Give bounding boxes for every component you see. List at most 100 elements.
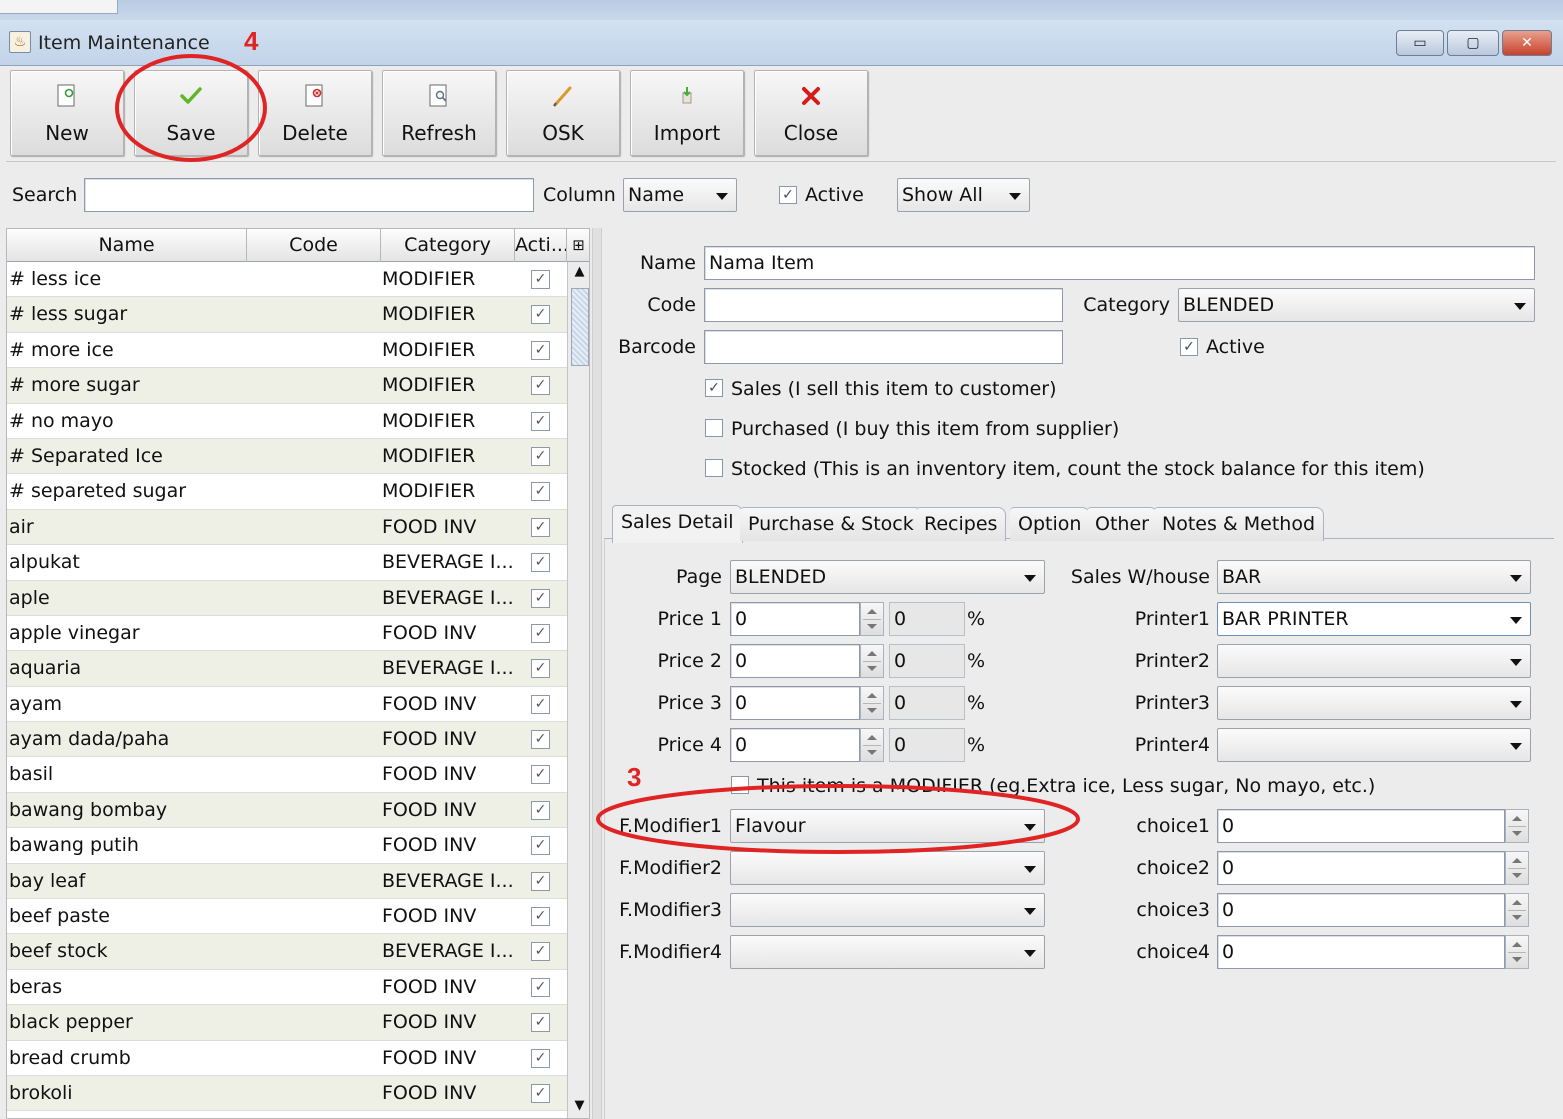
category-select[interactable]: BLENDED: [1178, 288, 1535, 322]
choice-spinner[interactable]: [1505, 851, 1529, 885]
save-button[interactable]: Save: [134, 70, 248, 156]
new-button[interactable]: New: [10, 70, 124, 156]
cell-active-checkbox[interactable]: ✓: [531, 270, 550, 289]
cell-active-checkbox[interactable]: ✓: [531, 977, 550, 997]
modifier-select[interactable]: [730, 935, 1045, 969]
table-row[interactable]: bread crumb FOOD INV ✓: [7, 1041, 567, 1076]
cell-active-checkbox[interactable]: ✓: [531, 1048, 550, 1068]
cell-active-checkbox[interactable]: ✓: [531, 446, 550, 466]
cell-active-checkbox[interactable]: ✓: [531, 1013, 550, 1033]
window-close-button[interactable]: ✕: [1502, 30, 1552, 56]
maximize-button[interactable]: ▢: [1447, 30, 1499, 56]
show-all-select[interactable]: Show All: [897, 178, 1030, 212]
table-row[interactable]: apple vinegar FOOD INV ✓: [7, 616, 567, 652]
barcode-field[interactable]: [704, 330, 1063, 364]
cell-active-checkbox[interactable]: ✓: [531, 942, 550, 962]
cell-active-checkbox[interactable]: ✓: [531, 694, 550, 714]
tab-option[interactable]: Option: [1010, 507, 1091, 541]
item-active-checkbox[interactable]: ✓: [1180, 338, 1198, 356]
choice-field[interactable]: 0: [1217, 935, 1505, 969]
table-row[interactable]: black pepper FOOD INV ✓: [7, 1005, 567, 1041]
code-field[interactable]: [704, 288, 1063, 322]
table-row[interactable]: beef paste FOOD INV ✓: [7, 899, 567, 935]
table-row[interactable]: # no mayo MODIFIER ✓: [7, 404, 567, 439]
cell-active-checkbox[interactable]: ✓: [531, 800, 550, 820]
table-row[interactable]: alpukat BEVERAGE I... ✓: [7, 545, 567, 581]
table-row[interactable]: # more sugar MODIFIER ✓: [7, 368, 567, 404]
cell-active-checkbox[interactable]: ✓: [531, 836, 550, 856]
choice-field[interactable]: 0: [1217, 809, 1505, 843]
delete-button[interactable]: Delete: [258, 70, 372, 156]
cell-active-checkbox[interactable]: ✓: [531, 340, 550, 360]
cell-active-checkbox[interactable]: ✓: [531, 1083, 550, 1103]
cell-active-checkbox[interactable]: ✓: [531, 305, 550, 325]
choice-field[interactable]: 0: [1217, 851, 1505, 885]
sales-warehouse-select[interactable]: BAR: [1217, 560, 1531, 594]
price-percent-field[interactable]: 0: [889, 686, 965, 720]
table-row[interactable]: # less sugar MODIFIER ✓: [7, 297, 567, 333]
table-row[interactable]: # more ice MODIFIER ✓: [7, 333, 567, 369]
table-row[interactable]: beras FOOD INV ✓: [7, 970, 567, 1006]
cell-active-checkbox[interactable]: ✓: [531, 517, 550, 537]
table-row[interactable]: air FOOD INV ✓: [7, 509, 567, 546]
table-row[interactable]: ayam FOOD INV ✓: [7, 687, 567, 723]
split-pane-divider[interactable]: [592, 228, 602, 1119]
column-select[interactable]: Name: [623, 178, 737, 212]
modifier-select[interactable]: [730, 851, 1045, 885]
printer-select[interactable]: BAR PRINTER: [1217, 602, 1531, 636]
import-button[interactable]: Import: [630, 70, 744, 156]
cell-active-checkbox[interactable]: ✓: [531, 730, 550, 750]
purchased-checkbox[interactable]: [705, 419, 723, 437]
table-row[interactable]: aple BEVERAGE I... ✓: [7, 580, 567, 616]
cell-active-checkbox[interactable]: ✓: [531, 659, 550, 679]
table-row[interactable]: ayam dada/paha FOOD INV ✓: [7, 722, 567, 758]
table-row[interactable]: # less ice MODIFIER ✓: [7, 262, 567, 298]
choice-spinner[interactable]: [1505, 893, 1529, 927]
active-filter-checkbox[interactable]: ✓: [779, 186, 797, 204]
refresh-button[interactable]: Refresh: [382, 70, 496, 156]
table-row[interactable]: bay leaf BEVERAGE I... ✓: [7, 863, 567, 900]
cell-active-checkbox[interactable]: ✓: [531, 871, 550, 891]
table-row[interactable]: basil FOOD INV ✓: [7, 757, 567, 793]
cell-active-checkbox[interactable]: ✓: [531, 553, 550, 573]
table-row[interactable]: bawang bombay FOOD INV ✓: [7, 792, 567, 829]
modifier-select[interactable]: Flavour: [730, 809, 1045, 843]
cell-active-checkbox[interactable]: ✓: [531, 907, 550, 927]
cell-active-checkbox[interactable]: ✓: [531, 411, 550, 431]
column-header-active[interactable]: Acti...: [515, 229, 567, 262]
cell-active-checkbox[interactable]: ✓: [531, 482, 550, 502]
sales-checkbox[interactable]: ✓: [705, 379, 723, 397]
price-spinner[interactable]: [860, 728, 884, 762]
minimize-button[interactable]: ▭: [1396, 30, 1444, 56]
modifier-checkbox[interactable]: [731, 776, 749, 794]
column-header-name[interactable]: Name: [7, 229, 247, 262]
tab-notes-method[interactable]: Notes & Method: [1154, 507, 1325, 541]
column-chooser-icon[interactable]: ⊞: [567, 229, 589, 262]
price-percent-field[interactable]: 0: [889, 644, 965, 678]
printer-select[interactable]: [1217, 728, 1531, 762]
price-spinner[interactable]: [860, 602, 884, 636]
tab-sales-detail[interactable]: Sales Detail: [612, 505, 743, 543]
scroll-up-arrow-icon[interactable]: ▲: [571, 264, 588, 284]
tab-recipes[interactable]: Recipes: [916, 507, 1007, 541]
cell-active-checkbox[interactable]: ✓: [531, 376, 550, 396]
price-percent-field[interactable]: 0: [889, 728, 965, 762]
table-row[interactable]: # separeted sugar MODIFIER ✓: [7, 474, 567, 510]
scrollbar-thumb[interactable]: [571, 288, 589, 366]
table-row[interactable]: beef stock BEVERAGE I... ✓: [7, 934, 567, 970]
price-spinner[interactable]: [860, 644, 884, 678]
table-row[interactable]: brokoli FOOD INV ✓: [7, 1075, 567, 1112]
close-button[interactable]: Close: [754, 70, 868, 156]
choice-spinner[interactable]: [1505, 935, 1529, 969]
cell-active-checkbox[interactable]: ✓: [531, 623, 550, 643]
price-field[interactable]: 0: [730, 644, 860, 678]
tab-other[interactable]: Other: [1087, 507, 1158, 541]
choice-field[interactable]: 0: [1217, 893, 1505, 927]
table-row[interactable]: bawang putih FOOD INV ✓: [7, 828, 567, 864]
tab-purchase-stock[interactable]: Purchase & Stock: [740, 507, 923, 541]
table-scrollbar[interactable]: ▲ ▼: [567, 262, 589, 1118]
name-field[interactable]: Nama Item: [704, 246, 1535, 280]
price-field[interactable]: 0: [730, 602, 860, 636]
price-spinner[interactable]: [860, 686, 884, 720]
printer-select[interactable]: [1217, 686, 1531, 720]
